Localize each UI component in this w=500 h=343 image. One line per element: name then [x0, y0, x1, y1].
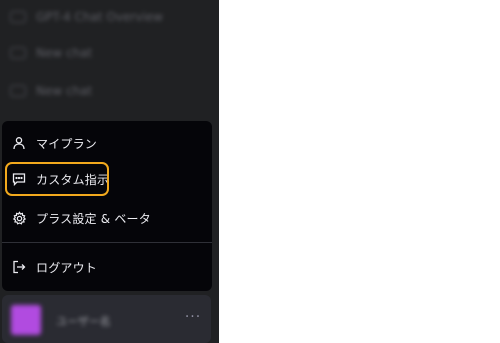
profile-button[interactable]: ユーザー名 ··· — [2, 295, 211, 343]
menu-item-label: プラス設定 & ベータ — [36, 211, 151, 226]
user-icon — [11, 135, 27, 151]
menu-item-plus-settings[interactable]: プラス設定 & ベータ — [2, 203, 212, 233]
account-menu: マイプラン カスタム指示 プラス設定 & ベータ ログアウト — [2, 121, 212, 291]
logout-icon — [11, 259, 27, 275]
more-icon[interactable]: ··· — [185, 309, 201, 325]
main-content — [219, 0, 500, 343]
chat-bubble-icon — [11, 171, 27, 187]
menu-divider — [2, 242, 212, 243]
history-item-label: GPT-4 Chat Overview — [36, 10, 163, 24]
menu-item-logout[interactable]: ログアウト — [2, 252, 212, 282]
chat-icon — [10, 85, 26, 97]
avatar — [11, 305, 41, 335]
menu-item-label: マイプラン — [36, 136, 98, 151]
menu-item-my-plan[interactable]: マイプラン — [2, 128, 212, 158]
history-item[interactable]: New chat — [10, 80, 200, 102]
menu-item-label: ログアウト — [36, 260, 98, 275]
profile-name: ユーザー名 — [56, 315, 111, 328]
chat-icon — [10, 11, 26, 23]
menu-item-custom-instructions[interactable]: カスタム指示 — [2, 164, 212, 194]
sidebar: GPT-4 Chat Overview New chat New chat マイ… — [0, 0, 219, 343]
history-item-label: New chat — [36, 46, 93, 60]
menu-item-label: カスタム指示 — [36, 172, 110, 187]
gear-icon — [11, 210, 27, 226]
history-item[interactable]: New chat — [10, 42, 200, 64]
chat-icon — [10, 47, 26, 59]
history-item-label: New chat — [36, 84, 93, 98]
history-item[interactable]: GPT-4 Chat Overview — [10, 6, 200, 28]
